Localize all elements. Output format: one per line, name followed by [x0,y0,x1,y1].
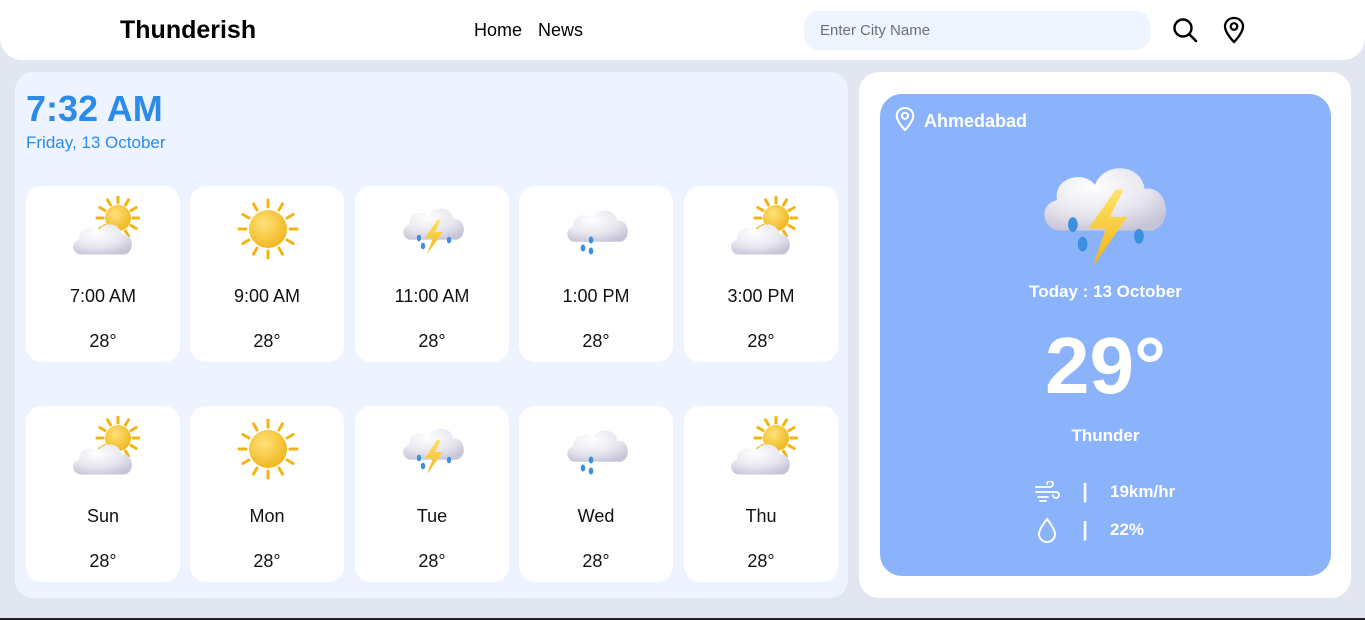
hourly-temp: 28° [747,331,775,351]
daily-day: Thu [745,506,777,526]
daily-day: Mon [249,506,285,526]
today-panel: Ahmedabad Today : 13 October 29° Thunder… [859,72,1351,598]
hourly-time: 1:00 PM [562,286,630,306]
hourly-temp: 28° [582,331,610,351]
partly-cloudy-icon [726,415,799,482]
daily-temp: 28° [747,551,775,571]
daily-day: Tue [416,506,448,526]
daily-card[interactable]: Mon 28° [190,406,344,582]
stat-separator: | [1082,480,1088,503]
location-pin-icon [894,106,916,137]
hourly-temp: 28° [253,331,281,351]
thunderstorm-icon [397,196,469,262]
wind-speed: 19km/hr [1110,482,1176,501]
brand-logo[interactable]: Thunderish [120,16,256,45]
stat-separator: | [1082,518,1088,541]
hourly-time: 3:00 PM [727,286,795,306]
thunderstorm-icon [397,416,469,482]
daily-card[interactable]: Tue 28° [355,406,509,582]
today-date: Today : 13 October [1029,282,1182,301]
main-nav: Home News [474,20,583,41]
city-name: Ahmedabad [924,111,1028,131]
location-pin-icon[interactable] [1222,16,1246,44]
current-temperature: 29° [1045,321,1166,410]
hourly-card[interactable]: 3:00 PM 28° [684,186,838,362]
sun-icon [232,416,304,482]
daily-day: Wed [577,506,615,526]
hourly-card[interactable]: 9:00 AM 28° [190,186,344,362]
city-search-input[interactable] [804,11,1150,50]
search-icon[interactable] [1172,17,1198,43]
daily-temp: 28° [89,551,117,571]
weather-condition: Thunder [1071,426,1140,445]
humidity-value: 22% [1110,520,1145,539]
sun-icon [232,196,304,262]
hourly-time: 9:00 AM [233,286,301,306]
water-drop-icon [1034,517,1060,543]
hourly-temp: 28° [89,331,117,351]
current-date: Friday, 13 October [26,133,166,152]
hourly-time: 11:00 AM [394,286,470,306]
daily-temp: 28° [253,551,281,571]
rain-cloud-icon [561,196,633,262]
hourly-card[interactable]: 11:00 AM 28° [355,186,509,362]
partly-cloudy-icon [68,195,141,262]
top-navbar: Thunderish Home News [0,0,1365,60]
forecast-panel: 7:32 AM Friday, 13 October 7:00 AM 28° 9… [15,72,848,598]
wind-icon [1034,479,1060,505]
daily-card[interactable]: Thu 28° [684,406,838,582]
hourly-temp: 28° [418,331,446,351]
daily-day: Sun [86,506,120,526]
nav-home-link[interactable]: Home [474,20,522,41]
wind-stat: | 19km/hr [1034,479,1175,505]
daily-temp: 28° [418,551,446,571]
today-weather-card: Ahmedabad Today : 13 October 29° Thunder… [880,94,1331,576]
daily-temp: 28° [582,551,610,571]
daily-card[interactable]: Wed 28° [519,406,673,582]
current-time: 7:32 AM [26,88,163,129]
daily-card[interactable]: Sun 28° [26,406,180,582]
partly-cloudy-icon [68,415,141,482]
hourly-card[interactable]: 1:00 PM 28° [519,186,673,362]
hourly-time: 7:00 AM [69,286,137,306]
hourly-card[interactable]: 7:00 AM 28° [26,186,180,362]
partly-cloudy-icon [726,195,799,262]
thunderstorm-icon [1034,144,1174,278]
humidity-stat: | 22% [1034,517,1144,543]
nav-news-link[interactable]: News [538,20,583,41]
city-location: Ahmedabad [894,106,1027,137]
rain-cloud-icon [561,416,633,482]
